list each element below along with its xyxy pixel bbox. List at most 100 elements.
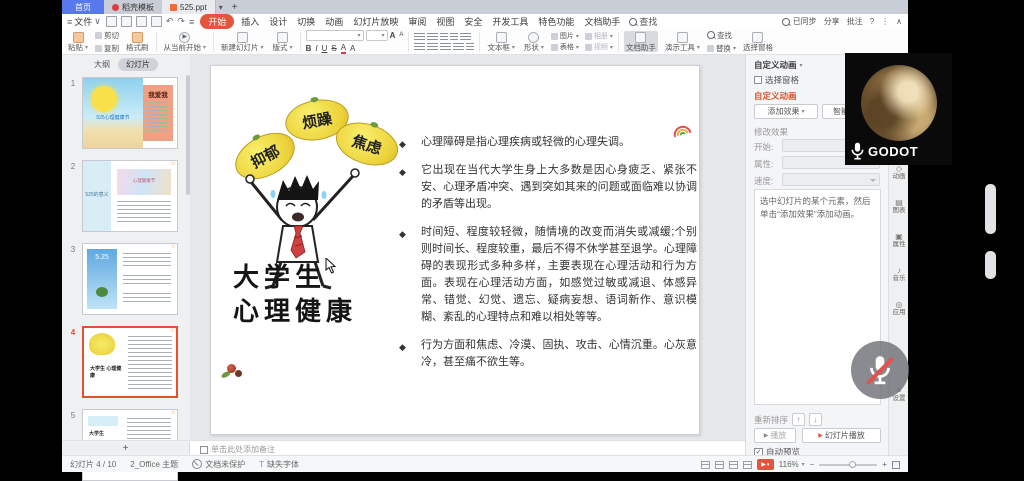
find-button[interactable]: 查找 xyxy=(629,15,657,28)
document-protection-status[interactable]: 文档未保护 xyxy=(192,459,245,470)
missing-fonts-status[interactable]: T缺失字体 xyxy=(259,459,299,470)
new-tab-button[interactable]: + xyxy=(226,0,244,14)
menu-item-slideshow[interactable]: 幻灯片放映 xyxy=(348,15,403,28)
align-right-icon[interactable] xyxy=(440,43,451,51)
cut-button[interactable]: 剪切 xyxy=(95,30,119,41)
collapse-ribbon-icon[interactable]: ∧ xyxy=(896,17,902,26)
current-slide[interactable]: 抑郁 烦躁 焦虑 xyxy=(210,65,700,435)
phone-ui-pill[interactable] xyxy=(985,184,996,234)
menu-item-insert[interactable]: 插入 xyxy=(236,15,264,28)
sidebar-item-animation[interactable]: ◇动画 xyxy=(889,165,909,181)
bold-button[interactable]: B xyxy=(306,44,312,53)
print-preview-icon[interactable] xyxy=(151,16,162,27)
table-button[interactable]: 表格▾ xyxy=(551,42,579,52)
reading-view-icon[interactable] xyxy=(729,461,738,469)
font-name-combobox[interactable]: ▾ xyxy=(306,30,364,41)
outline-tab[interactable]: 大纲 xyxy=(94,59,110,70)
zoom-level[interactable]: 116%▾ xyxy=(779,460,805,469)
font-color-button[interactable]: A xyxy=(341,43,346,54)
decrease-indent-icon[interactable] xyxy=(440,33,448,41)
menu-item-doc-assistant[interactable]: 文档助手 xyxy=(579,15,625,28)
replace-button[interactable]: 替换▾ xyxy=(707,43,736,54)
picture-button[interactable]: 图片▾ xyxy=(551,31,579,41)
file-menu[interactable]: ≡ 文件 ∨ xyxy=(67,15,101,28)
notes-view-icon[interactable] xyxy=(743,461,752,469)
paste-button[interactable]: 粘贴▾ xyxy=(66,31,90,53)
menu-item-security[interactable]: 安全 xyxy=(459,15,487,28)
album-button[interactable]: 相册▾ xyxy=(585,31,613,41)
doc-assistant-button[interactable]: 文档助手 xyxy=(624,31,658,53)
menu-item-view[interactable]: 视图 xyxy=(431,15,459,28)
share-button[interactable]: 分享 xyxy=(824,16,840,27)
video-button[interactable]: 视频▾ xyxy=(585,42,613,52)
zoom-slider-knob[interactable] xyxy=(849,461,856,468)
undo-icon[interactable]: ↶ xyxy=(166,16,174,27)
align-center-icon[interactable] xyxy=(427,43,438,51)
text-direction-icon[interactable] xyxy=(460,33,471,41)
slide-sorter-view-icon[interactable] xyxy=(715,461,724,469)
increase-font-icon[interactable]: A xyxy=(390,31,396,40)
slide-thumbnail-2[interactable]: ☆ 525的意义 心理健康节 xyxy=(82,160,178,232)
numbered-list-icon[interactable] xyxy=(427,33,438,41)
align-left-icon[interactable] xyxy=(414,43,425,51)
tab-list-dropdown-icon[interactable]: ▾ xyxy=(216,0,226,14)
sidebar-item-music[interactable]: ♪音乐 xyxy=(889,267,909,283)
video-call-overlay[interactable]: GODOT xyxy=(845,53,952,165)
find-toolbar-button[interactable]: 查找 xyxy=(707,30,736,41)
redo-icon[interactable]: ↷ xyxy=(177,16,185,27)
slide-thumbnail-4-selected[interactable]: ☆ 大学生 心理健康 xyxy=(82,326,178,398)
customize-toolbar-icon[interactable]: ≡ xyxy=(189,17,194,27)
fullscreen-icon[interactable] xyxy=(892,461,900,469)
notes-placeholder[interactable]: 单击此处添加备注 xyxy=(200,444,275,455)
text-box-button[interactable]: 文本框▾ xyxy=(485,31,517,53)
copy-button[interactable]: 复制 xyxy=(95,43,119,54)
bullet-list-icon[interactable] xyxy=(414,33,425,41)
menu-item-features[interactable]: 特色功能 xyxy=(533,15,579,28)
menu-item-developer[interactable]: 开发工具 xyxy=(487,15,533,28)
font-size-combobox[interactable]: ▾ xyxy=(366,30,388,41)
reorder-down-button[interactable]: ↓ xyxy=(809,413,822,426)
mute-toggle-button[interactable] xyxy=(851,341,909,399)
present-tools-button[interactable]: 演示工具▾ xyxy=(663,31,702,53)
menu-item-animation[interactable]: 动画 xyxy=(320,15,348,28)
reorder-up-button[interactable]: ↑ xyxy=(792,413,805,426)
new-slide-button[interactable]: 新建幻灯片▾ xyxy=(219,31,266,53)
italic-button[interactable]: I xyxy=(315,44,317,53)
slide-thumbnail-3[interactable]: ☆ 5.25 xyxy=(82,243,178,315)
layout-button[interactable]: 版式▾ xyxy=(271,31,295,53)
line-spacing-icon[interactable] xyxy=(466,43,474,51)
menu-item-transitions[interactable]: 切换 xyxy=(292,15,320,28)
animation-pane-header[interactable]: 自定义动画▾ xyxy=(754,59,803,71)
theme-name[interactable]: 2_Office 主题 xyxy=(130,459,178,470)
decrease-font-icon[interactable]: A xyxy=(399,32,403,38)
tab-home[interactable]: 首页 xyxy=(62,0,104,14)
strikethrough-button[interactable]: S xyxy=(331,44,336,53)
print-icon[interactable] xyxy=(136,16,147,27)
slideshow-play-button[interactable]: ▶▾ xyxy=(757,459,774,470)
normal-view-icon[interactable] xyxy=(701,461,710,469)
phone-ui-pill[interactable] xyxy=(985,251,996,279)
zoom-slider[interactable] xyxy=(819,464,877,466)
play-from-current-button[interactable]: ▶ 从当前开始▾ xyxy=(162,31,209,53)
format-painter-button[interactable]: 格式刷 xyxy=(124,31,151,53)
comment-button[interactable]: 批注 xyxy=(847,16,863,27)
menu-item-home[interactable]: 开始 xyxy=(200,14,234,29)
play-animation-button[interactable]: ▶播放 xyxy=(754,428,796,443)
tab-document[interactable]: 525.ppt xyxy=(162,0,216,14)
more-icon[interactable]: ⋮ xyxy=(881,17,889,26)
highlight-color-button[interactable]: A xyxy=(350,44,355,53)
selection-pane-button[interactable]: 选择窗格 xyxy=(741,31,775,53)
sidebar-item-properties[interactable]: ▣属性 xyxy=(889,233,909,249)
output-pdf-icon[interactable] xyxy=(121,16,132,27)
justify-icon[interactable] xyxy=(453,43,464,51)
save-icon[interactable] xyxy=(106,16,117,27)
menu-item-design[interactable]: 设计 xyxy=(264,15,292,28)
add-slide-button[interactable]: + xyxy=(62,441,190,456)
tab-docer-templates[interactable]: 稻壳模板 xyxy=(104,0,162,14)
shapes-button[interactable]: 形状▾ xyxy=(522,31,546,53)
increase-indent-icon[interactable] xyxy=(450,33,458,41)
sidebar-item-apps[interactable]: ◎应用 xyxy=(889,301,909,317)
zoom-out-button[interactable]: − xyxy=(810,460,815,469)
slide-thumbnail-1[interactable]: 525心理健康节 我爱我 xyxy=(82,77,178,149)
sync-status[interactable]: 已同步 xyxy=(782,16,817,27)
